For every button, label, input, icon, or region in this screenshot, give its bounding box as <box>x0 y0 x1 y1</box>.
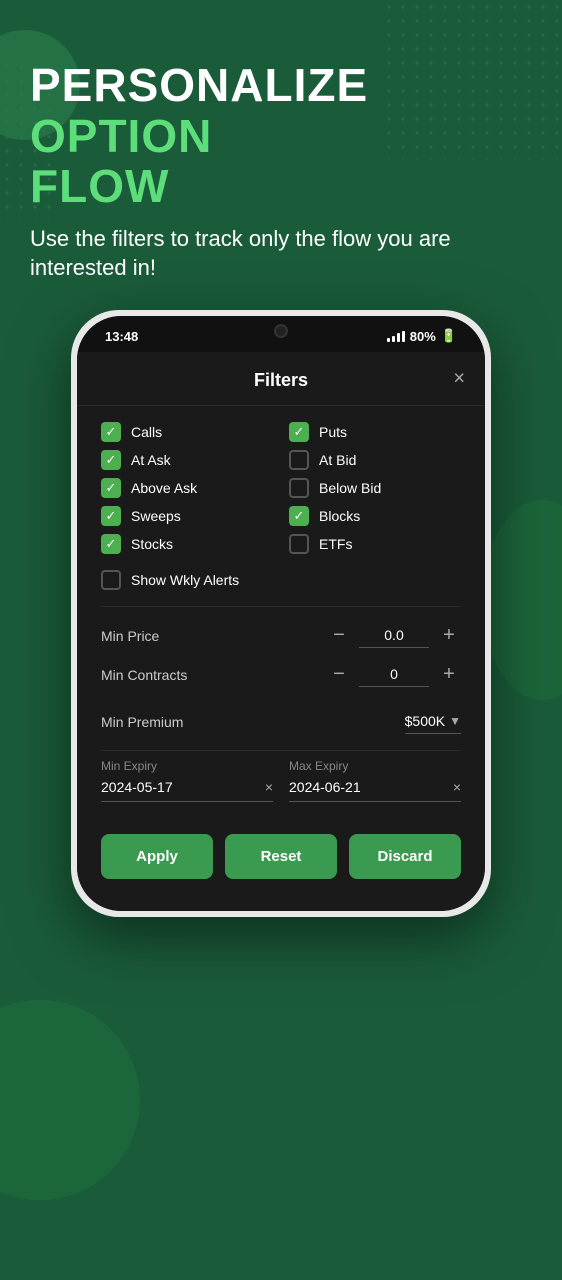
modal-content: Filters × ✓ Calls ✓ Puts <box>77 352 485 911</box>
below-bid-label: Below Bid <box>319 480 381 496</box>
close-button[interactable]: × <box>453 367 465 390</box>
checkbox-blocks[interactable]: ✓ Blocks <box>289 506 461 526</box>
stocks-label: Stocks <box>131 536 173 552</box>
min-premium-select[interactable]: $500K ▼ <box>405 709 461 734</box>
filters-header: Filters × <box>77 352 485 406</box>
min-price-row: Min Price − + <box>101 623 461 648</box>
filters-title: Filters <box>254 370 308 391</box>
min-premium-row: Min Premium $500K ▼ <box>77 709 485 750</box>
min-contracts-increment[interactable]: + <box>437 663 461 686</box>
battery-icon: 🔋 <box>441 328 457 344</box>
camera-notch <box>274 324 288 338</box>
min-expiry-value: 2024-05-17 <box>101 779 173 795</box>
apply-button[interactable]: Apply <box>101 834 213 879</box>
title-option: OPTION <box>30 110 212 162</box>
phone-outer: 13:48 80% 🔋 Filters × <box>71 310 491 917</box>
checkbox-at-ask[interactable]: ✓ At Ask <box>101 450 273 470</box>
show-weekly-checkbox[interactable] <box>101 570 121 590</box>
puts-checkbox[interactable]: ✓ <box>289 422 309 442</box>
status-right: 80% 🔋 <box>387 328 457 344</box>
above-ask-label: Above Ask <box>131 480 197 496</box>
min-premium-value: $500K <box>405 713 445 729</box>
expiry-row: Min Expiry 2024-05-17 × Max Expiry 2024-… <box>101 759 461 802</box>
blocks-label: Blocks <box>319 508 360 524</box>
show-weekly-row[interactable]: Show Wkly Alerts <box>77 566 485 606</box>
sweeps-checkbox[interactable]: ✓ <box>101 506 121 526</box>
min-contracts-control: − + <box>327 662 461 687</box>
min-contracts-input[interactable] <box>359 662 429 687</box>
below-bid-checkbox[interactable] <box>289 478 309 498</box>
checkbox-etfs[interactable]: ETFs <box>289 534 461 554</box>
checkbox-puts[interactable]: ✓ Puts <box>289 422 461 442</box>
min-contracts-decrement[interactable]: − <box>327 663 351 686</box>
number-inputs: Min Price − + Min Contracts − <box>77 607 485 709</box>
above-ask-checkbox[interactable]: ✓ <box>101 478 121 498</box>
expiry-section: Min Expiry 2024-05-17 × Max Expiry 2024-… <box>77 751 485 818</box>
min-price-label: Min Price <box>101 628 327 644</box>
at-ask-label: At Ask <box>131 452 171 468</box>
chevron-down-icon: ▼ <box>449 714 461 728</box>
blocks-checkbox[interactable]: ✓ <box>289 506 309 526</box>
header-section: PERSONALIZE OPTION FLOW Use the filters … <box>0 0 562 303</box>
checkbox-at-bid[interactable]: At Bid <box>289 450 461 470</box>
sweeps-label: Sweeps <box>131 508 181 524</box>
phone-inner: 13:48 80% 🔋 Filters × <box>77 316 485 911</box>
status-bar: 13:48 80% 🔋 <box>77 316 485 352</box>
min-expiry-input[interactable]: 2024-05-17 × <box>101 779 273 802</box>
etfs-checkbox[interactable] <box>289 534 309 554</box>
max-expiry-clear-button[interactable]: × <box>453 779 461 795</box>
min-premium-label: Min Premium <box>101 714 183 730</box>
min-contracts-row: Min Contracts − + <box>101 662 461 687</box>
max-expiry-input[interactable]: 2024-06-21 × <box>289 779 461 802</box>
circle-decor-right <box>482 500 562 700</box>
stocks-checkbox[interactable]: ✓ <box>101 534 121 554</box>
calls-label: Calls <box>131 424 162 440</box>
min-price-input[interactable] <box>359 623 429 648</box>
min-expiry-col: Min Expiry 2024-05-17 × <box>101 759 273 802</box>
signal-icon <box>387 331 405 342</box>
checkbox-above-ask[interactable]: ✓ Above Ask <box>101 478 273 498</box>
header-title: PERSONALIZE OPTION FLOW <box>30 60 532 212</box>
max-expiry-value: 2024-06-21 <box>289 779 361 795</box>
title-personalize: PERSONALIZE <box>30 59 368 111</box>
checkbox-below-bid[interactable]: Below Bid <box>289 478 461 498</box>
min-expiry-clear-button[interactable]: × <box>265 779 273 795</box>
max-expiry-label: Max Expiry <box>289 759 461 773</box>
checkbox-sweeps[interactable]: ✓ Sweeps <box>101 506 273 526</box>
max-expiry-col: Max Expiry 2024-06-21 × <box>289 759 461 802</box>
title-flow: FLOW <box>30 160 169 212</box>
min-price-control: − + <box>327 623 461 648</box>
puts-label: Puts <box>319 424 347 440</box>
circle-decor-bottom <box>0 1000 140 1200</box>
checkbox-stocks[interactable]: ✓ Stocks <box>101 534 273 554</box>
discard-button[interactable]: Discard <box>349 834 461 879</box>
phone-mockup: 13:48 80% 🔋 Filters × <box>71 310 491 917</box>
reset-button[interactable]: Reset <box>225 834 337 879</box>
min-expiry-label: Min Expiry <box>101 759 273 773</box>
etfs-label: ETFs <box>319 536 352 552</box>
at-bid-label: At Bid <box>319 452 356 468</box>
action-buttons: Apply Reset Discard <box>77 818 485 887</box>
show-weekly-label: Show Wkly Alerts <box>131 572 239 588</box>
at-bid-checkbox[interactable] <box>289 450 309 470</box>
at-ask-checkbox[interactable]: ✓ <box>101 450 121 470</box>
checkboxes-grid: ✓ Calls ✓ Puts ✓ At Ask <box>77 406 485 566</box>
min-contracts-label: Min Contracts <box>101 667 327 683</box>
min-price-decrement[interactable]: − <box>327 624 351 647</box>
status-time: 13:48 <box>105 329 138 344</box>
checkbox-calls[interactable]: ✓ Calls <box>101 422 273 442</box>
status-battery: 80% <box>410 329 436 344</box>
header-subtitle: Use the filters to track only the flow y… <box>30 224 532 283</box>
calls-checkbox[interactable]: ✓ <box>101 422 121 442</box>
min-price-increment[interactable]: + <box>437 624 461 647</box>
